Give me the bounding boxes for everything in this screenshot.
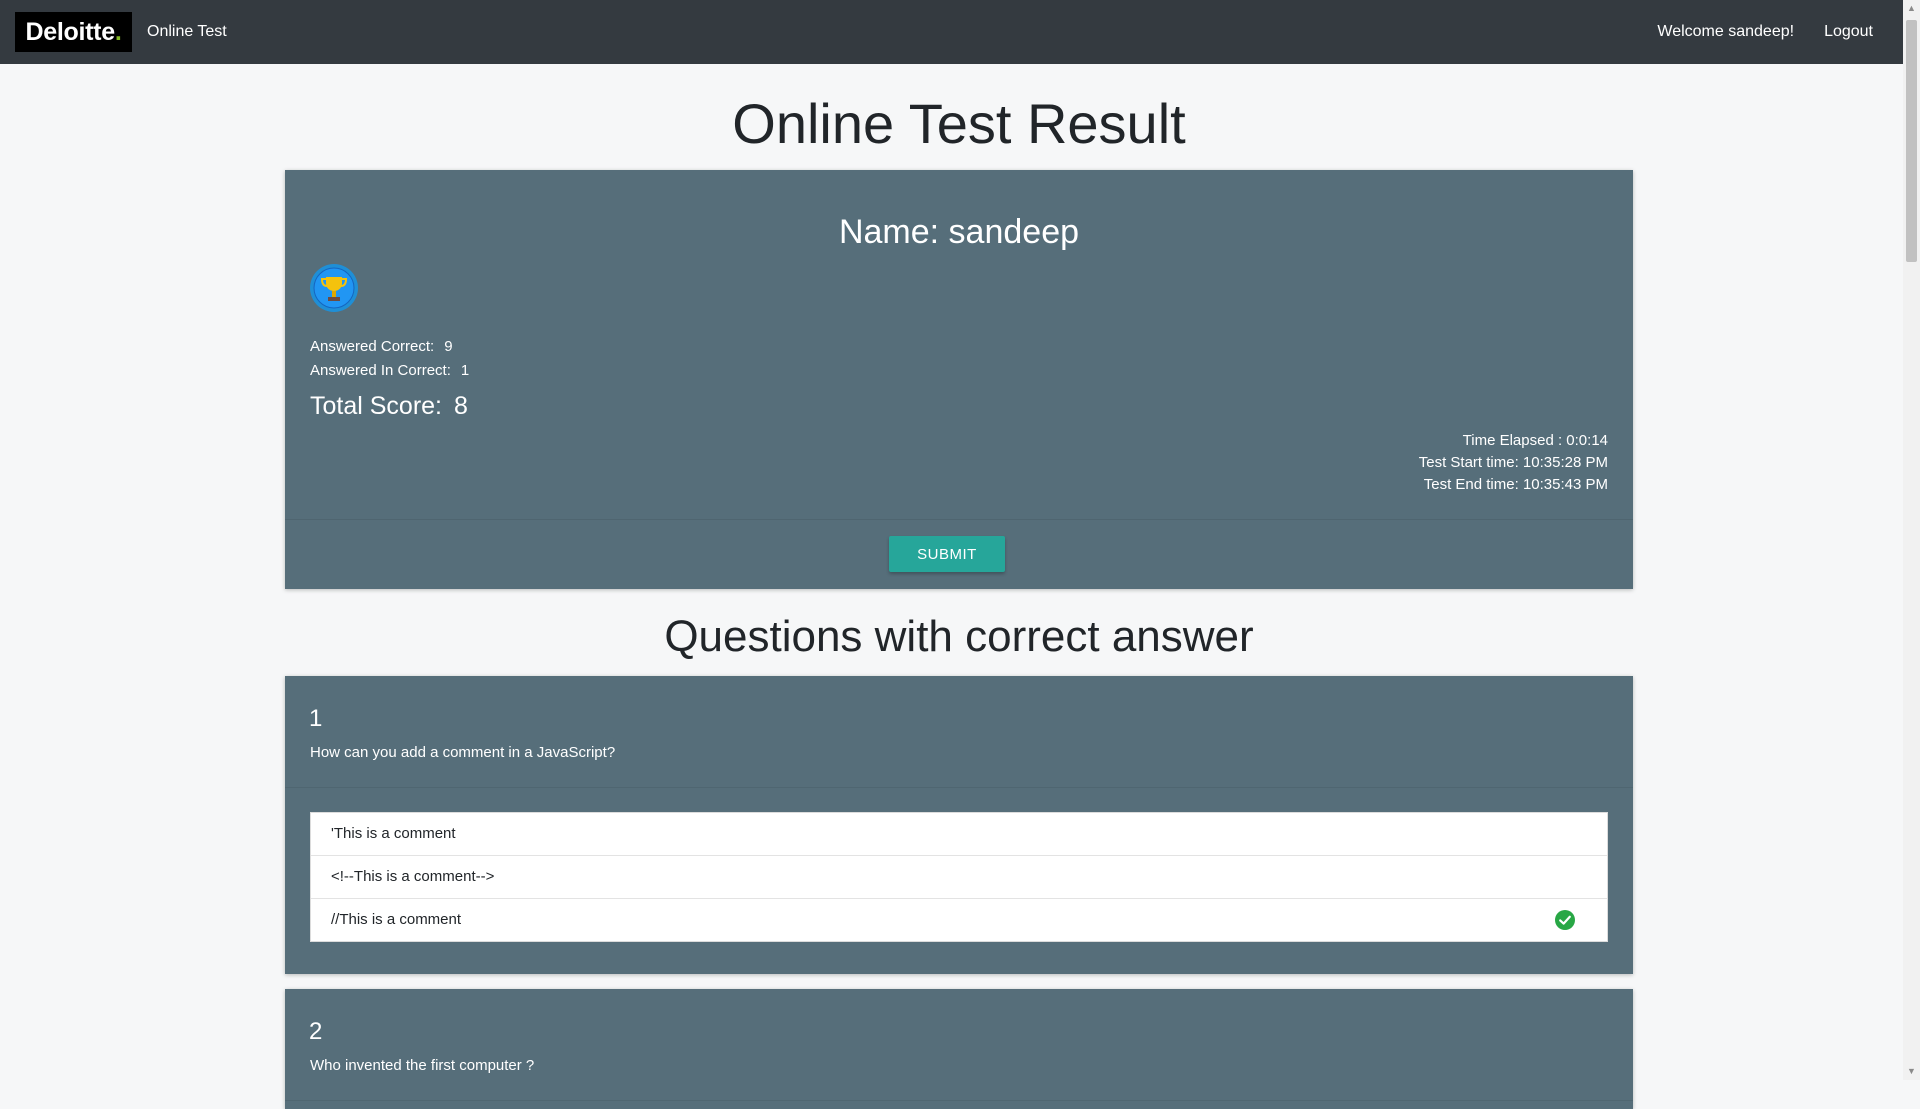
question-text: Who invented the first computer ? xyxy=(310,1057,535,1074)
test-start-time: Test Start time: 10:35:28 PM xyxy=(1418,454,1608,471)
check-circle-icon xyxy=(1555,910,1575,930)
deloitte-logo[interactable]: Deloitte. xyxy=(15,12,132,52)
submit-button[interactable]: SUBMIT xyxy=(889,536,1005,572)
navbar: Deloitte. Online Test Welcome sandeep! L… xyxy=(0,0,1903,64)
scroll-down-arrow-icon[interactable]: ▼ xyxy=(1903,1063,1920,1080)
answered-incorrect: Answered In Correct: 1 xyxy=(310,362,469,379)
question-card: 2 Who invented the first computer ? xyxy=(285,989,1633,1109)
question-header: 2 Who invented the first computer ? xyxy=(285,989,1633,1101)
result-card: Name: sandeep Answered Correct: 9 Answere… xyxy=(285,170,1633,589)
answer-option-correct[interactable]: //This is a comment xyxy=(311,899,1607,941)
brand-dot: . xyxy=(114,17,122,46)
total-score-label: Total Score: xyxy=(310,392,443,420)
question-text: How can you add a comment in a JavaScrip… xyxy=(310,744,616,761)
section-title: Questions with correct answer xyxy=(664,612,1254,661)
logout-link[interactable]: Logout xyxy=(1824,23,1873,41)
welcome-text: Welcome sandeep! xyxy=(1657,23,1795,40)
scroll-up-arrow-icon[interactable]: ▲ xyxy=(1903,0,1920,17)
question-number: 2 xyxy=(309,1018,323,1045)
question-header: 1 How can you add a comment in a JavaScr… xyxy=(285,676,1633,788)
answer-list: 'This is a comment <!--This is a comment… xyxy=(310,812,1608,942)
test-end-time: Test End time: 10:35:43 PM xyxy=(1423,476,1608,493)
question-number: 1 xyxy=(309,705,323,732)
answered-correct: Answered Correct: 9 xyxy=(310,338,453,355)
answered-incorrect-label: Answered In Correct: xyxy=(310,362,451,379)
time-elapsed: Time Elapsed : 0:0:14 xyxy=(1462,432,1608,449)
answered-correct-label: Answered Correct: xyxy=(310,338,435,355)
total-score: Total Score: 8 xyxy=(310,392,468,421)
trophy-icon xyxy=(310,264,358,312)
nav-right: Welcome sandeep! Logout xyxy=(1657,23,1873,41)
answer-option[interactable]: <!--This is a comment--> xyxy=(311,856,1607,899)
total-score-value: 8 xyxy=(454,392,468,420)
question-card: 1 How can you add a comment in a JavaScr… xyxy=(285,676,1633,974)
nav-online-test-link[interactable]: Online Test xyxy=(147,23,227,41)
time-info: Time Elapsed : 0:0:14 Test Start time: 1… xyxy=(1419,430,1608,496)
candidate-name: Name: sandeep xyxy=(838,213,1080,251)
result-card-footer: SUBMIT xyxy=(285,519,1633,590)
answer-option-text: 'This is a comment xyxy=(331,825,456,842)
answered-correct-value: 9 xyxy=(444,338,453,355)
answered-incorrect-value: 1 xyxy=(460,362,470,379)
page-scrollbar[interactable]: ▲ ▼ xyxy=(1903,0,1920,1080)
answer-option-text: //This is a comment xyxy=(331,911,462,928)
page-title: Online Test Result xyxy=(732,92,1186,155)
answer-option[interactable]: 'This is a comment xyxy=(311,813,1607,856)
brand-text: Deloitte xyxy=(25,17,116,46)
answer-option-text: <!--This is a comment--> xyxy=(331,868,495,885)
